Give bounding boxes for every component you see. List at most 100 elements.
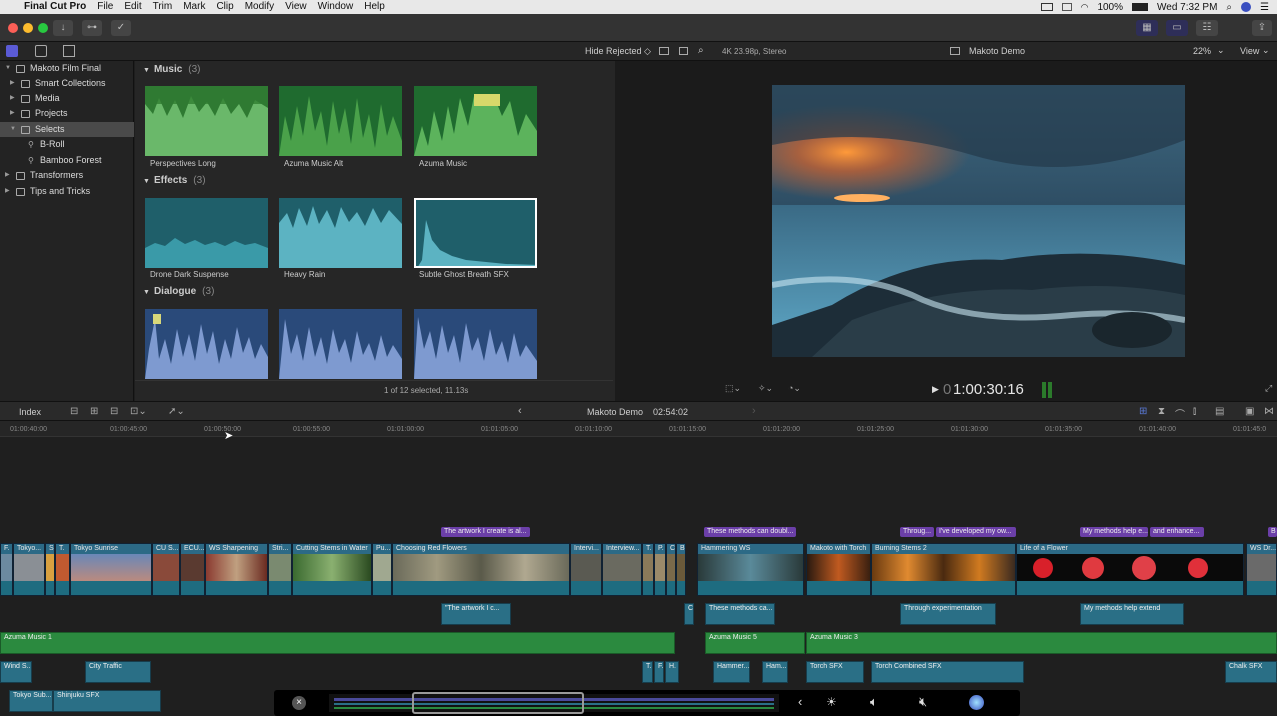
disclosure-triangle-icon[interactable]: ▼ [5,61,11,76]
video-clip[interactable]: F. [0,543,13,596]
video-clip[interactable]: WS Dr... [1246,543,1277,596]
notification-icon[interactable]: ☰ [1260,2,1269,13]
sfx-clip[interactable]: Shinjuku SFX [53,690,161,712]
video-clip[interactable]: Makoto with Torch [806,543,871,596]
menu-edit[interactable]: Edit [124,0,141,14]
keywords-button[interactable]: ⊶ [82,20,102,36]
brightness-icon[interactable]: ☀ [826,695,837,709]
video-clip[interactable]: Tokyo Sunrise [70,543,152,596]
sfx-clip[interactable]: Chalk SFX [1225,661,1277,683]
menu-clip[interactable]: Clip [216,0,233,14]
timeline-ruler[interactable]: 01:00:40:00 01:00:45:00 01:00:50:00 01:0… [0,421,1277,437]
view-menu[interactable]: View [1240,46,1259,56]
title-clip[interactable]: My methods help e... [1080,527,1148,537]
clip-thumbnail[interactable] [279,198,402,268]
spotlight-icon[interactable]: ⌕ [1226,2,1232,13]
clip-thumbnail-selected[interactable] [414,198,537,268]
sfx-clip[interactable]: City Traffic [85,661,151,683]
connect-clip-icon[interactable]: ⊡⌄ [130,406,147,417]
clip-thumbnail[interactable] [279,309,402,379]
clip-appearance-icon[interactable]: ▤ [1215,406,1224,417]
filmstrip-view-icon[interactable] [659,47,669,55]
section-header-effects[interactable]: ▼ Effects (3) [143,175,206,186]
disclosure-triangle-icon[interactable]: ▶ [10,76,15,91]
title-clip[interactable]: These methods can doubl... [704,527,796,537]
title-clip[interactable]: B [1268,527,1277,537]
menu-help[interactable]: Help [364,0,385,14]
menu-trim[interactable]: Trim [153,0,173,14]
overview-selection[interactable] [412,692,584,714]
connected-audio-clip[interactable]: C. [684,603,694,625]
disclosure-triangle-icon[interactable]: ▶ [5,184,10,199]
chevron-left-icon[interactable]: ‹ [798,694,802,709]
solo-icon[interactable]: ⌒ [1175,406,1185,421]
sfx-clip[interactable]: Ham... [762,661,788,683]
viewer-frame[interactable] [772,85,1185,357]
menu-view[interactable]: View [285,0,307,14]
video-clip[interactable]: CU S... [152,543,180,596]
video-clip[interactable]: Tokyo... [13,543,45,596]
clip-appearance-icon[interactable] [679,47,688,55]
layout-inspector-button[interactable]: ☷ [1196,20,1218,36]
cast-icon[interactable] [1061,3,1072,11]
append-clip-icon[interactable]: ⊟ [70,406,78,417]
timecode-display[interactable]: 1:00:30:16 [953,381,1024,398]
menu-file[interactable]: File [97,0,113,14]
overwrite-clip-icon[interactable]: ⊟ [110,406,118,417]
play-icon[interactable]: ▶ [932,384,939,395]
section-header-dialogue[interactable]: ▼ Dialogue (3) [143,286,214,297]
music-clip[interactable]: Azuma Music 3 [806,632,1277,654]
siri-icon[interactable] [969,695,984,710]
clip-thumbnail[interactable] [414,86,537,156]
video-clip[interactable]: Interview... [602,543,642,596]
import-button[interactable]: ↓ [53,20,73,36]
clip-thumbnail[interactable] [145,86,268,156]
sfx-clip[interactable]: F. [654,661,664,683]
connected-audio-clip[interactable]: These methods ca... [705,603,775,625]
insert-clip-icon[interactable]: ⊞ [90,406,98,417]
sfx-clip[interactable]: Tokyo Sub... [9,690,53,712]
section-header-music[interactable]: ▼ Music (3) [143,64,201,75]
close-icon[interactable]: × [292,696,306,710]
chevron-down-icon[interactable]: ⌄ [1262,45,1270,56]
clip-thumbnail[interactable] [414,309,537,379]
video-clip[interactable]: Stri... [268,543,292,596]
transform-icon[interactable]: ⬚⌄ [725,383,741,394]
share-button[interactable]: ⇪ [1252,20,1272,36]
timeline-index-button[interactable]: Index [19,407,41,417]
close-window-button[interactable] [8,23,18,33]
sidebar-item-transformers[interactable]: ▶ Transformers [0,168,134,183]
volume-icon[interactable]: 🔈︎ [870,694,878,710]
audio-skimming-icon[interactable]: ⧗ [1158,406,1165,417]
disclosure-triangle-icon[interactable]: ▼ [10,122,16,137]
layout-browser-button[interactable]: ▦ [1136,20,1158,36]
display-icon[interactable] [1040,3,1053,11]
battery-icon[interactable] [1132,3,1149,11]
sfx-clip[interactable]: T. [642,661,653,683]
music-clip[interactable]: Azuma Music 1 [0,632,675,654]
connected-audio-clip[interactable]: Through experimentation [900,603,996,625]
skimming-icon[interactable]: ⊞ [1139,406,1147,417]
disclosure-triangle-icon[interactable]: ▶ [10,91,15,106]
sfx-clip[interactable]: Wind S... [0,661,32,683]
hide-rejected-filter[interactable]: Hide Rejected ◇ [585,46,651,57]
snapping-icon[interactable]: ⫾ [1193,406,1196,417]
video-clip[interactable]: Choosing Red Flowers [392,543,570,596]
menu-mark[interactable]: Mark [183,0,205,14]
sidebar-item-tips-and-tricks[interactable]: ▶ Tips and Tricks [0,184,134,199]
minimize-window-button[interactable] [23,23,33,33]
sidebar-item-b-roll[interactable]: ⚲ B-Roll [0,137,134,152]
disclosure-triangle-icon[interactable]: ▶ [5,168,10,183]
speed-icon[interactable]: ◔⌄ [788,383,801,394]
video-clip[interactable]: Pu... [372,543,392,596]
clock[interactable]: Wed 7:32 PM [1157,2,1217,13]
select-tool-icon[interactable]: ➚⌄ [168,406,185,417]
disclosure-triangle-icon[interactable]: ▶ [10,106,15,121]
menu-window[interactable]: Window [318,0,354,14]
sfx-clip[interactable]: Hammer... [713,661,750,683]
wifi-icon[interactable]: ◠ [1081,2,1089,13]
transitions-browser-icon[interactable]: ⋈ [1264,406,1274,417]
video-clip[interactable]: C [666,543,676,596]
layout-timeline-button[interactable]: ▭ [1166,20,1188,36]
effects-browser-icon[interactable]: ▣ [1245,406,1254,417]
